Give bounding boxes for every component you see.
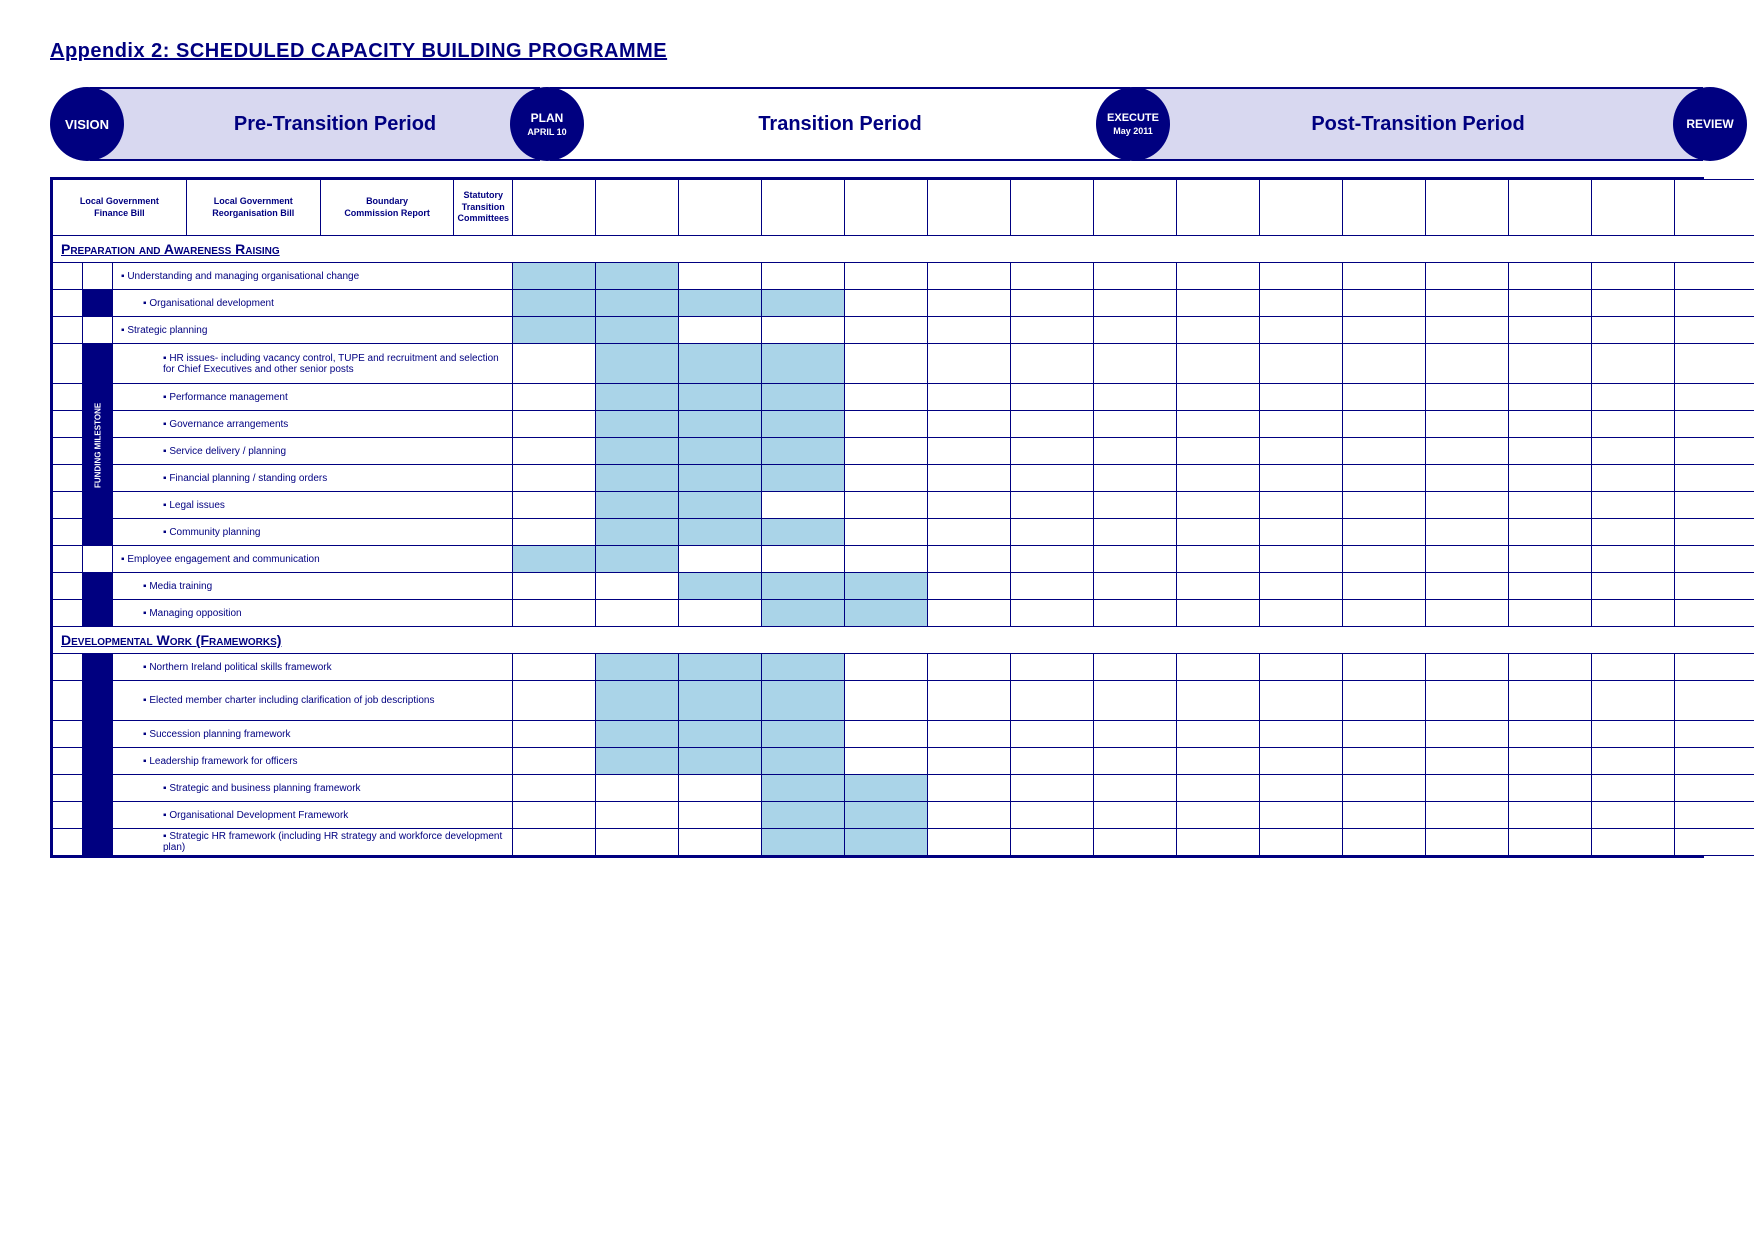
- post-transition-block: Post-Transition Period: [1133, 87, 1703, 161]
- row-community-planning: Community planning: [53, 519, 1754, 546]
- milestone-lgfb: Local GovernmentFinance Bill: [53, 180, 187, 235]
- milestone-bcr: BoundaryCommission Report: [321, 180, 455, 235]
- row-leadership-framework: Leadership framework for officers: [53, 748, 1754, 775]
- row-hr-issues: FUNDING MILESTONE HR issues- including v…: [53, 344, 1754, 384]
- row-succession-planning: Succession planning framework: [53, 721, 1754, 748]
- section-header-preparation: Preparation and Awareness Raising: [53, 236, 1754, 263]
- milestone-header-row: Local GovernmentFinance Bill Local Gover…: [53, 180, 1754, 236]
- page: Appendix 2: SCHEDULED CAPACITY BUILDING …: [20, 20, 1734, 878]
- row-managing-opposition: Managing opposition: [53, 600, 1754, 627]
- row-strategic-business-framework: Strategic and business planning framewor…: [53, 775, 1754, 802]
- milestone-lgrb: Local GovernmentReorganisation Bill: [187, 180, 321, 235]
- transition-block: Transition Period: [550, 87, 1130, 161]
- row-understanding: Understanding and managing organisationa…: [53, 263, 1754, 290]
- row-media-training: Media training: [53, 573, 1754, 600]
- review-badge: REVIEW: [1673, 87, 1747, 161]
- execute-badge: EXECUTE May 2011: [1096, 87, 1170, 161]
- row-strategic-planning: Strategic planning: [53, 317, 1754, 344]
- funding-milestone-label: FUNDING MILESTONE: [83, 344, 113, 546]
- vision-badge: VISION: [50, 87, 124, 161]
- plan-badge: PLAN APRIL 10: [510, 87, 584, 161]
- row-legal: Legal issues: [53, 492, 1754, 519]
- section-header-developmental: Developmental Work (Frameworks): [53, 627, 1754, 654]
- row-employee-engagement: Employee engagement and communication: [53, 546, 1754, 573]
- row-service-delivery: Service delivery / planning: [53, 438, 1754, 465]
- milestone-stc: Statutory TransitionCommittees: [454, 180, 512, 235]
- pre-transition-block: Pre-Transition Period: [90, 87, 540, 161]
- row-org-dev: Organisational development: [53, 290, 1754, 317]
- gantt-table: Local GovernmentFinance Bill Local Gover…: [52, 179, 1754, 856]
- row-ni-political: Northern Ireland political skills framew…: [53, 654, 1754, 681]
- row-strategic-hr-framework: Strategic HR framework (including HR str…: [53, 829, 1754, 856]
- row-financial-planning: Financial planning / standing orders: [53, 465, 1754, 492]
- page-title: Appendix 2: SCHEDULED CAPACITY BUILDING …: [50, 40, 1704, 63]
- main-table-wrapper: Local GovernmentFinance Bill Local Gover…: [50, 177, 1704, 858]
- row-governance: Governance arrangements: [53, 411, 1754, 438]
- row-performance-mgmt: Performance management: [53, 384, 1754, 411]
- row-elected-member: Elected member charter including clarifi…: [53, 681, 1754, 721]
- row-od-framework: Organisational Development Framework: [53, 802, 1754, 829]
